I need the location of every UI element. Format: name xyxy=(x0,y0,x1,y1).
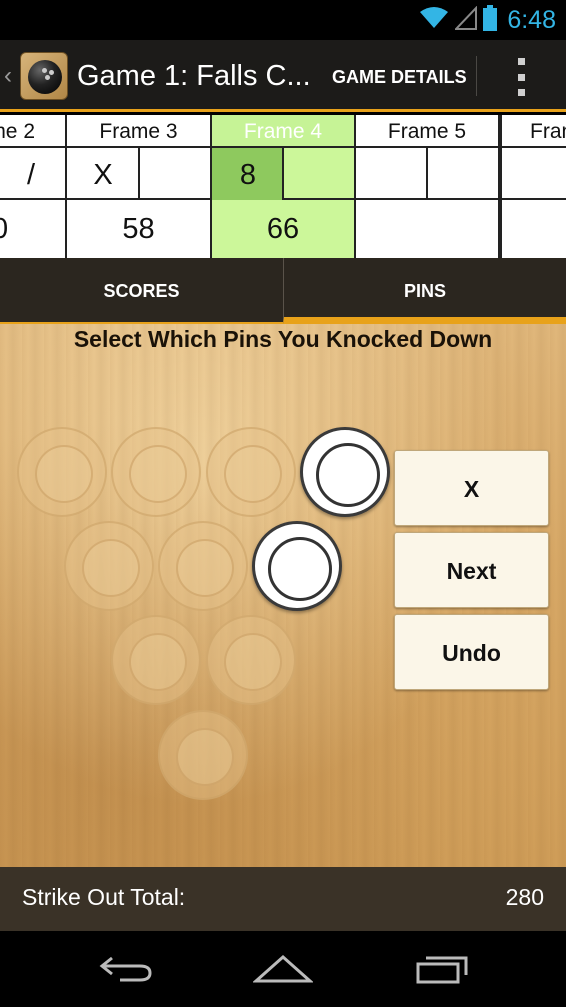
action-bar: ‹ Game 1: Falls C... GAME DETAILS xyxy=(0,40,566,112)
frame-ball-2 xyxy=(282,148,354,200)
frame-ball-1: 8 xyxy=(212,148,284,200)
pin-1[interactable] xyxy=(158,710,248,800)
pin-7[interactable] xyxy=(17,427,107,517)
battery-icon xyxy=(483,4,498,36)
frame-balls: / xyxy=(0,148,65,200)
wifi-icon xyxy=(419,6,449,35)
pin-5[interactable] xyxy=(158,521,248,611)
frame-header: Frame 5 xyxy=(356,115,498,148)
pin-8[interactable] xyxy=(111,427,201,517)
frame-header: Frame 4 xyxy=(212,115,354,148)
frame-ball-2 xyxy=(426,148,498,200)
frame-ball-2: / xyxy=(26,159,36,191)
frame-total xyxy=(356,200,498,258)
bowling-ball-app-icon[interactable] xyxy=(20,52,68,100)
tab-pins[interactable]: PINS xyxy=(283,258,566,324)
frame-total: 58 xyxy=(122,213,155,245)
back-icon[interactable] xyxy=(86,949,166,989)
status-bar: 6:48 xyxy=(0,0,566,40)
strike-out-total-bar: Strike Out Total: 280 xyxy=(0,867,566,931)
pin-10[interactable] xyxy=(300,427,390,517)
signal-icon xyxy=(453,5,478,35)
tab-scores[interactable]: SCORES xyxy=(0,258,283,324)
status-time: 6:48 xyxy=(507,5,556,34)
game-title: Game 1: Falls C... xyxy=(77,60,311,92)
frame-3[interactable]: Frame 3 X 58 xyxy=(67,115,212,258)
frame-total: 66 xyxy=(266,213,300,245)
status-icons: 6:48 xyxy=(419,0,556,40)
next-button[interactable]: Next xyxy=(394,532,549,608)
pins-panel: Select Which Pins You Knocked Down X Nex… xyxy=(0,324,566,867)
frame-ball-2 xyxy=(138,148,210,200)
score-frames: me 2 / 0 Frame 3 X 58 Frame 4 8 66 Frame… xyxy=(0,115,566,258)
bowling-ball-icon xyxy=(28,60,62,94)
frame-header: Frame 3 xyxy=(67,115,210,148)
frame-ball-1 xyxy=(356,148,428,200)
pin-9[interactable] xyxy=(206,427,296,517)
pin-2[interactable] xyxy=(111,615,201,705)
frame-2[interactable]: me 2 / 0 xyxy=(0,115,67,258)
recent-apps-icon[interactable] xyxy=(402,949,482,989)
frame-balls: X xyxy=(67,148,210,200)
home-icon[interactable] xyxy=(243,949,323,989)
tab-bar: SCORES PINS xyxy=(0,258,566,324)
strike-out-total-label: Strike Out Total: xyxy=(22,884,186,910)
game-details-button[interactable]: GAME DETAILS xyxy=(332,67,467,88)
strike-out-total-value: 280 xyxy=(505,884,544,910)
overflow-menu-icon[interactable] xyxy=(516,58,526,96)
frame-ball-1 xyxy=(502,148,566,200)
frame-ball-1: X xyxy=(93,159,113,191)
frame-balls xyxy=(502,148,566,200)
pin-3[interactable] xyxy=(206,615,296,705)
pins-instruction: Select Which Pins You Knocked Down xyxy=(73,326,493,352)
frame-total: 0 xyxy=(0,213,9,245)
frame-total xyxy=(502,200,566,258)
pin-6[interactable] xyxy=(252,521,342,611)
frame-5[interactable]: Frame 5 xyxy=(356,115,500,258)
frame-balls xyxy=(356,148,498,200)
up-caret-icon[interactable]: ‹ xyxy=(4,62,12,90)
frame-header: Fran xyxy=(502,115,566,148)
undo-button[interactable]: Undo xyxy=(394,614,549,690)
strike-button[interactable]: X xyxy=(394,450,549,526)
frame-6[interactable]: Fran xyxy=(500,115,566,258)
navigation-bar xyxy=(0,931,566,1007)
frame-header: me 2 xyxy=(0,115,65,148)
frame-balls: 8 xyxy=(212,148,354,200)
action-bar-divider xyxy=(476,56,477,96)
frame-4[interactable]: Frame 4 8 66 xyxy=(212,115,356,258)
pin-4[interactable] xyxy=(64,521,154,611)
